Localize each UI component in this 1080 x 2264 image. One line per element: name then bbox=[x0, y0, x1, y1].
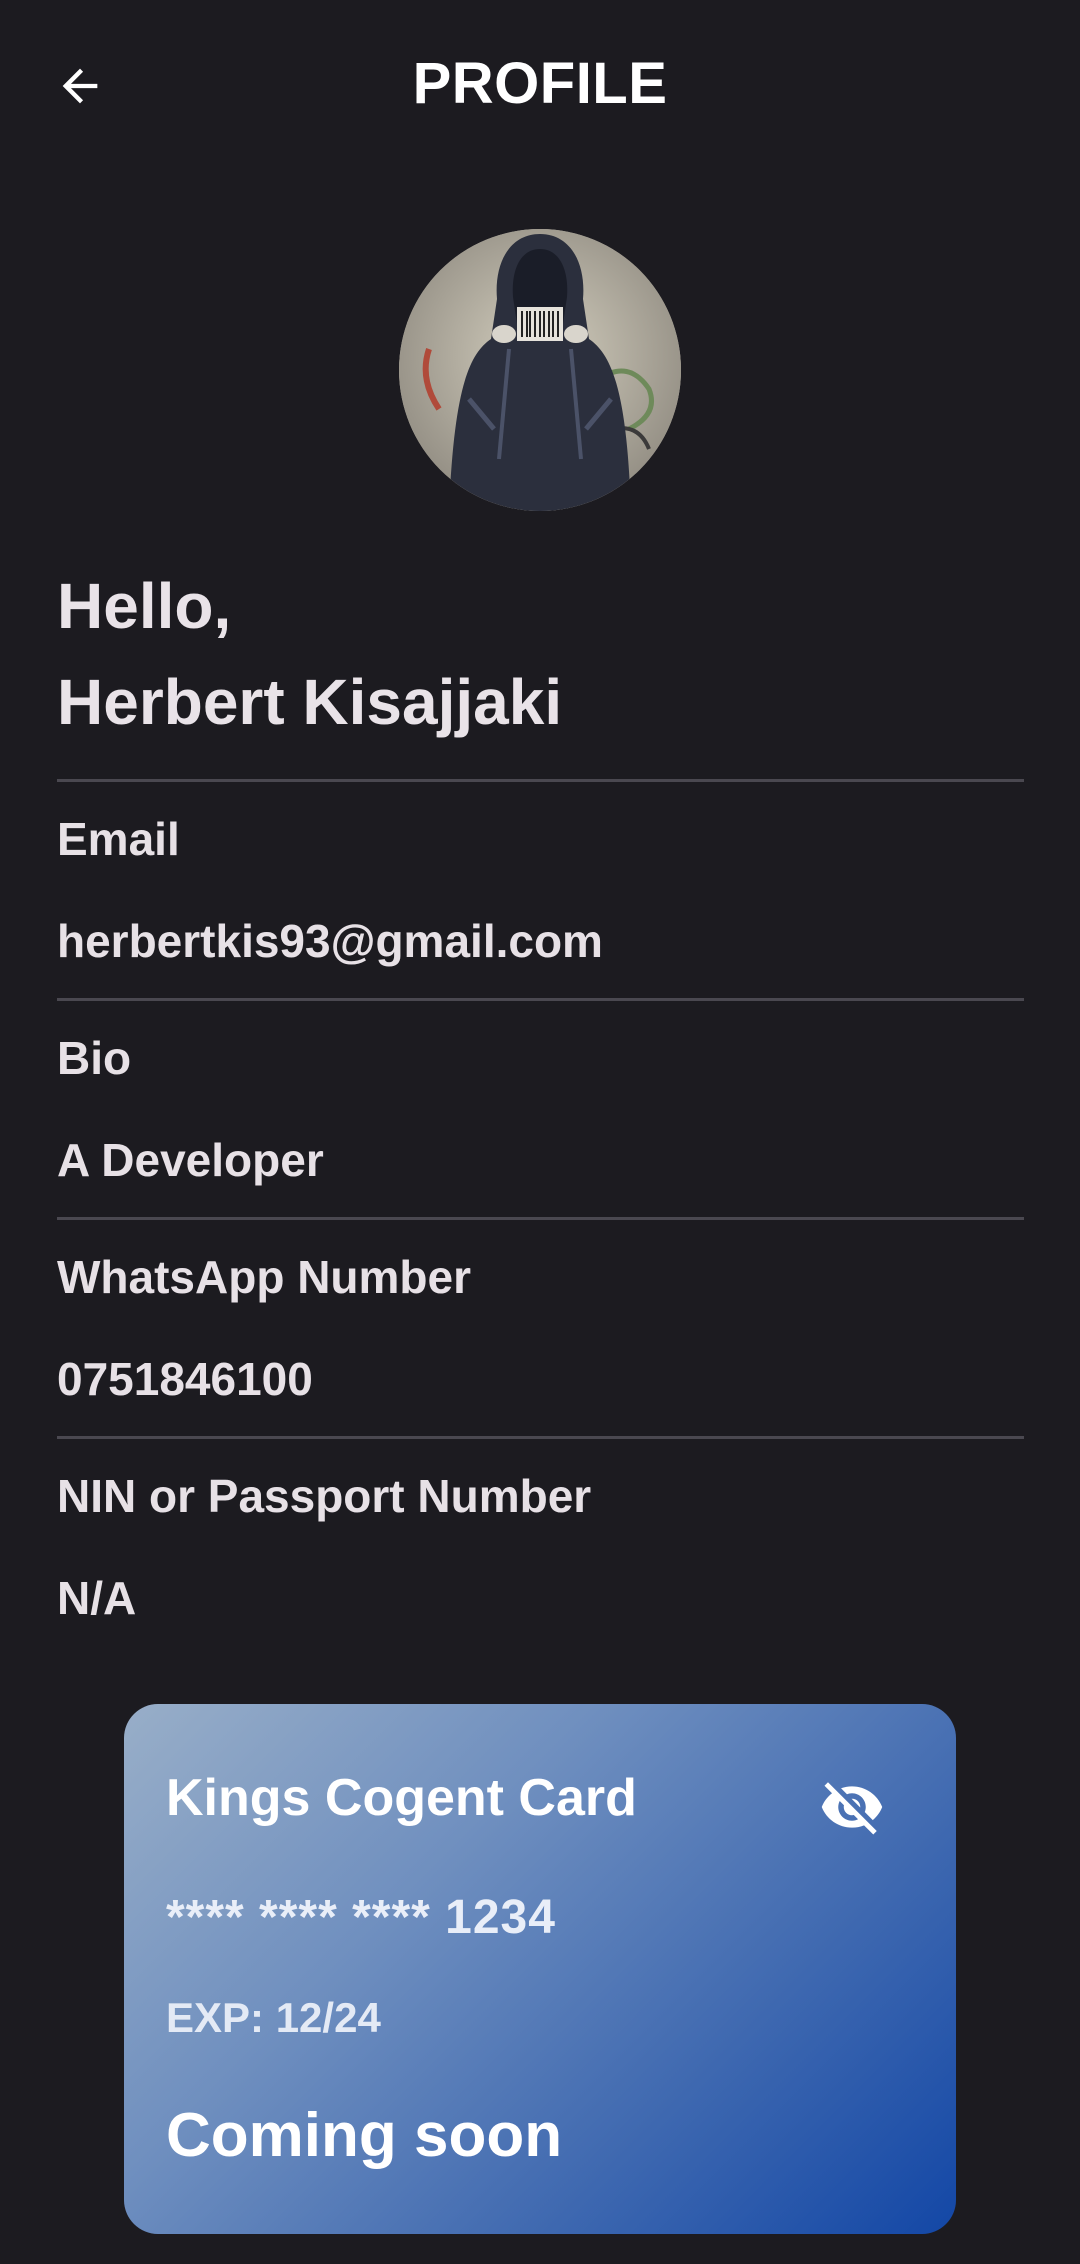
nin-label: NIN or Passport Number bbox=[57, 1470, 592, 1522]
nin-value: N/A bbox=[57, 1572, 137, 1624]
card-number: **** **** **** 1234 bbox=[166, 1891, 556, 1944]
eye-off-icon bbox=[821, 1782, 883, 1835]
page-title: PROFILE bbox=[412, 51, 668, 116]
app-header: PROFILE bbox=[0, 0, 1080, 176]
card-expiry: EXP: 12/24 bbox=[166, 1994, 381, 2041]
email-label: Email bbox=[57, 813, 180, 865]
divider bbox=[57, 779, 1024, 782]
user-name: Herbert Kisajjaki bbox=[57, 666, 563, 738]
divider bbox=[57, 1217, 1024, 1220]
whatsapp-label: WhatsApp Number bbox=[57, 1251, 471, 1303]
divider bbox=[57, 1436, 1024, 1439]
email-value: herbertkis93@gmail.com bbox=[57, 915, 603, 967]
kings-cogent-card[interactable]: Kings Cogent Card **** **** **** 1234 EX… bbox=[124, 1704, 956, 2234]
greeting: Hello, Herbert Kisajjaki bbox=[57, 558, 562, 750]
whatsapp-value: 0751846100 bbox=[57, 1353, 313, 1405]
profile-photo bbox=[399, 229, 681, 511]
bio-value: A Developer bbox=[57, 1134, 324, 1186]
toggle-visibility-button[interactable] bbox=[814, 1774, 890, 1840]
card-title: Kings Cogent Card bbox=[166, 1769, 637, 1827]
divider bbox=[57, 998, 1024, 1001]
card-status: Coming soon bbox=[166, 2101, 563, 2170]
avatar[interactable] bbox=[399, 229, 681, 511]
greeting-hello: Hello, bbox=[57, 570, 232, 642]
bio-label: Bio bbox=[57, 1032, 132, 1084]
